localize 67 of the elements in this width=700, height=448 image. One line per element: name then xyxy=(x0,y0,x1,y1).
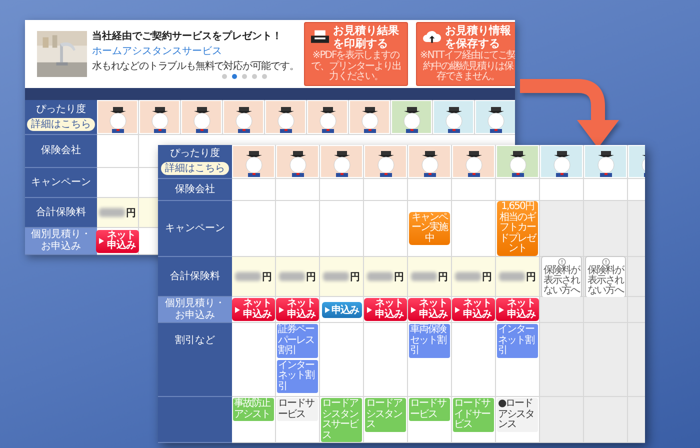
printer-icon xyxy=(310,30,329,46)
discount-tag: インターネット割引 xyxy=(277,360,318,393)
blurred-amount xyxy=(367,272,393,281)
price-unit: 円 xyxy=(394,270,404,284)
service-tag: ロードサイドサービス xyxy=(453,398,494,432)
service-link[interactable]: ホームアシスタンスサービス xyxy=(92,44,299,58)
promo-headline: 当社経由でご契約サービスをプレゼント！ xyxy=(92,29,283,43)
price-unit: 円 xyxy=(526,270,536,284)
row-label: 保険会社 xyxy=(25,135,97,168)
discount-tag: 車両保険セット割引 xyxy=(409,324,450,358)
campaign-badge: キャンペーン実施中 xyxy=(409,212,450,246)
row-label: キャンペーン xyxy=(25,168,97,198)
discount-tag: インターネット割引 xyxy=(497,324,538,358)
price-unit: 円 xyxy=(482,270,492,284)
blurred-amount xyxy=(99,208,125,217)
carousel-dot[interactable] xyxy=(262,74,267,79)
table-cell xyxy=(584,397,628,443)
carousel-dot[interactable] xyxy=(232,74,237,79)
price-unit: 円 xyxy=(438,270,448,284)
campaign-badge: 1,650円相当のギフトカードプレゼント xyxy=(497,201,538,256)
row-label: キャンペーン xyxy=(158,201,232,257)
row-label: 個別見積り・お申込み xyxy=(158,297,232,323)
print-button[interactable]: お見積り結果を印刷する ※PDFを表示しますので、プリンターより出力ください。 xyxy=(304,22,408,86)
fit-label: ぴったり度 xyxy=(170,148,220,160)
price-unit: 円 xyxy=(262,270,272,284)
service-tag: ●ロードアシスタンス xyxy=(497,398,538,432)
blurred-amount xyxy=(235,272,261,281)
service-tag: 事故防止アシスト xyxy=(233,398,274,421)
alert-icon xyxy=(602,258,610,266)
price-unit: 円 xyxy=(306,270,316,284)
alert-icon xyxy=(558,258,566,266)
price-unit: 円 xyxy=(350,270,360,284)
blurred-amount xyxy=(323,272,349,281)
discount-tag: 証券ペーパーレス割引 xyxy=(277,324,318,358)
details-link[interactable]: 詳細はこちら xyxy=(161,162,229,175)
apply-button[interactable]: ネット申込み xyxy=(452,298,495,321)
price-unit: 円 xyxy=(126,206,136,220)
blurred-amount xyxy=(455,272,481,281)
row-label: 割引など xyxy=(158,323,232,397)
blurred-amount xyxy=(279,272,305,281)
apply-button[interactable]: ネット申込み xyxy=(232,298,275,321)
apply-button[interactable]: ネット申込み xyxy=(408,298,451,321)
blurred-amount xyxy=(411,272,437,281)
blurred-amount xyxy=(499,272,525,281)
row-label: 保険会社 xyxy=(158,179,232,201)
apply-button[interactable]: 申込み xyxy=(322,302,362,318)
service-tag: ロードアシスタンスサービス xyxy=(321,398,362,442)
row-label: 合計保険料 xyxy=(25,198,97,228)
apply-button[interactable]: ネット申込み xyxy=(496,298,539,321)
service-tag: ロードアシスタンス xyxy=(365,398,406,432)
notice-link[interactable]: 保険料が表示されない方へ xyxy=(541,256,582,298)
carousel-dot[interactable] xyxy=(252,74,257,79)
service-tag: ロードサービス xyxy=(409,398,450,421)
service-tag: ロードサービス xyxy=(277,398,318,421)
promo-description: 水もれなどのトラブルも無料で対応が可能です。 xyxy=(92,60,299,73)
apply-button[interactable]: ネット申込み xyxy=(364,298,407,321)
row-label: 個別見積り・お申込み xyxy=(25,228,97,255)
carousel-dot[interactable] xyxy=(242,74,247,79)
apply-button[interactable]: ネット申込み xyxy=(96,230,139,252)
save-button[interactable]: お見積り情報を保存する ※NTTイフ経由にてご契約中の継続見積りは保存できません。 xyxy=(416,22,515,86)
row-label: 合計保険料 xyxy=(158,257,232,297)
cloud-upload-icon xyxy=(422,30,441,46)
details-link[interactable]: 詳細はこちら xyxy=(27,118,95,130)
fit-label: ぴったり度 xyxy=(36,104,86,116)
apply-button[interactable]: ネット申込み xyxy=(276,298,319,321)
carousel-dot[interactable] xyxy=(222,74,227,79)
notice-link[interactable]: 保険料が表示されない方へ xyxy=(585,256,626,298)
